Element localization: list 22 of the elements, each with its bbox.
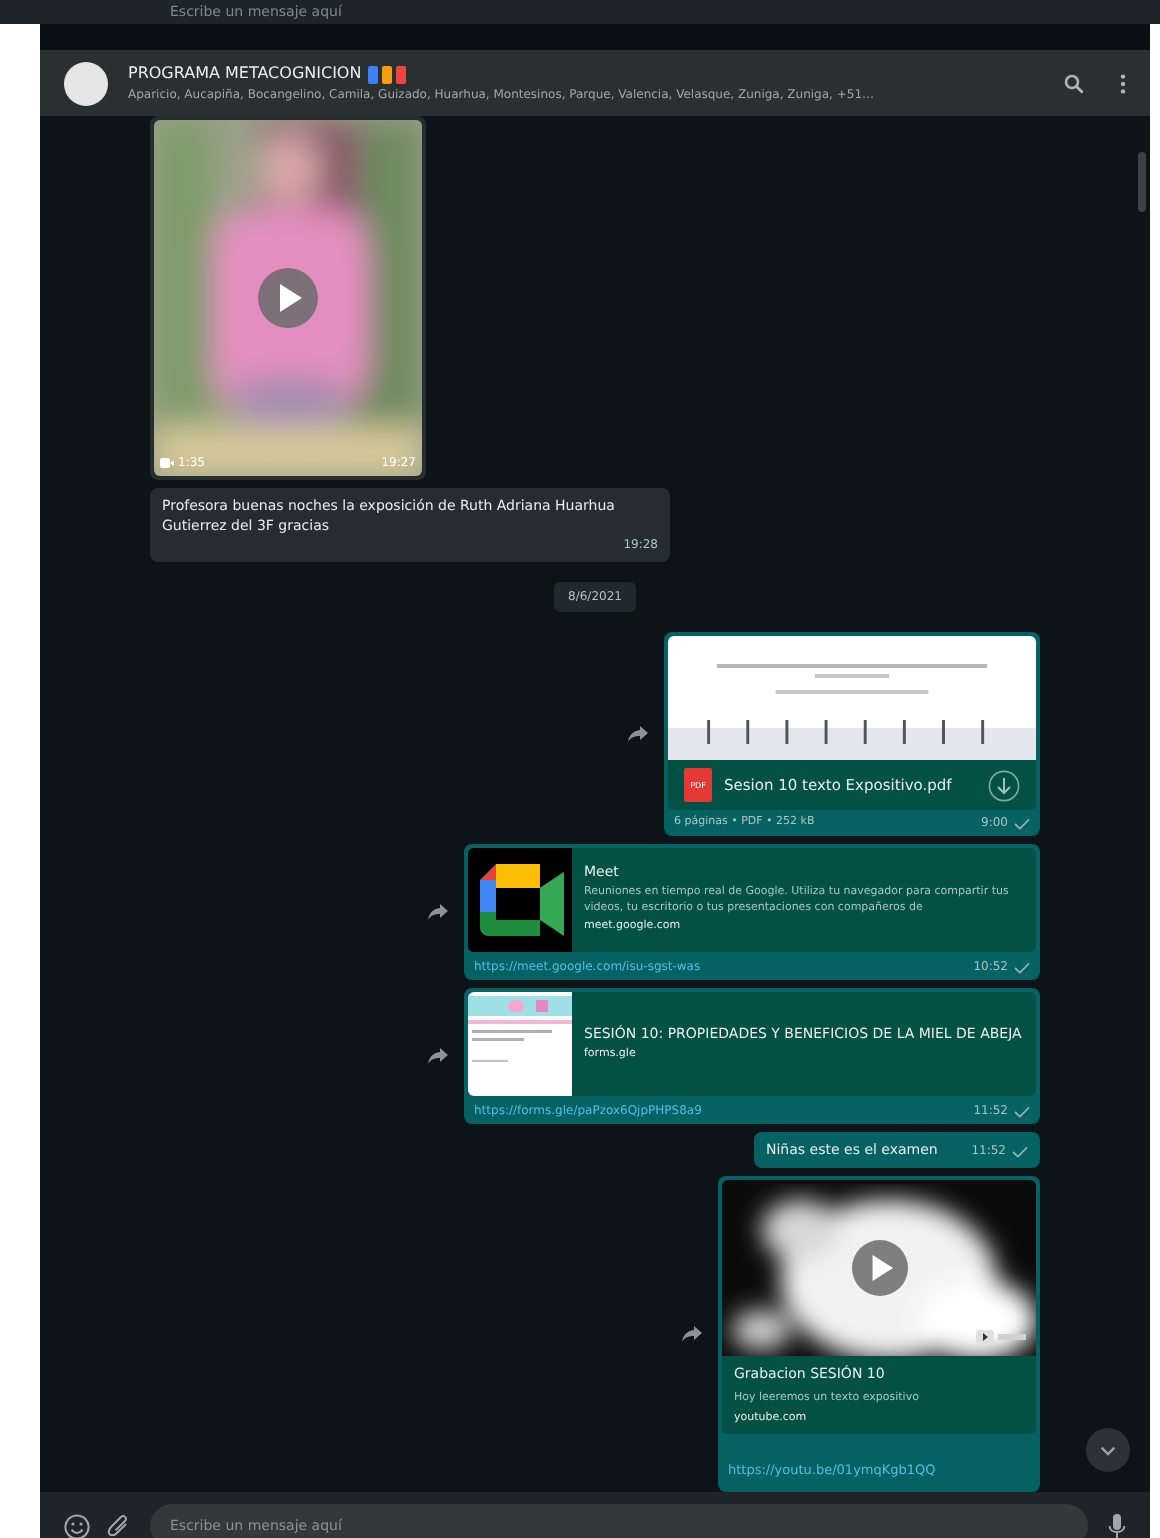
menu-icon[interactable] [1120, 73, 1126, 93]
attach-icon[interactable] [106, 1514, 130, 1538]
scrollbar-thumb[interactable] [1138, 152, 1146, 212]
forward-icon[interactable] [682, 1326, 702, 1342]
check-icon [1014, 1105, 1030, 1117]
play-icon[interactable] [851, 1240, 907, 1296]
check-icon [1014, 961, 1030, 973]
download-icon[interactable] [988, 769, 1020, 801]
video-camera-icon [160, 458, 174, 468]
forward-icon[interactable] [628, 726, 648, 742]
play-icon[interactable] [258, 268, 318, 328]
group-avatar[interactable] [64, 61, 108, 105]
check-icon [1014, 817, 1030, 829]
microphone-icon[interactable] [1108, 1513, 1126, 1538]
chat-title: PROGRAMA METACOGNICION [128, 62, 362, 86]
search-icon[interactable] [1064, 73, 1084, 93]
forward-icon[interactable] [428, 904, 448, 920]
check-icon [1012, 1145, 1028, 1157]
youtube-logo-icon [976, 1328, 1028, 1346]
emoji-icon[interactable] [64, 1513, 90, 1538]
forward-icon[interactable] [428, 1048, 448, 1064]
chevron-down-icon [1100, 1445, 1116, 1455]
